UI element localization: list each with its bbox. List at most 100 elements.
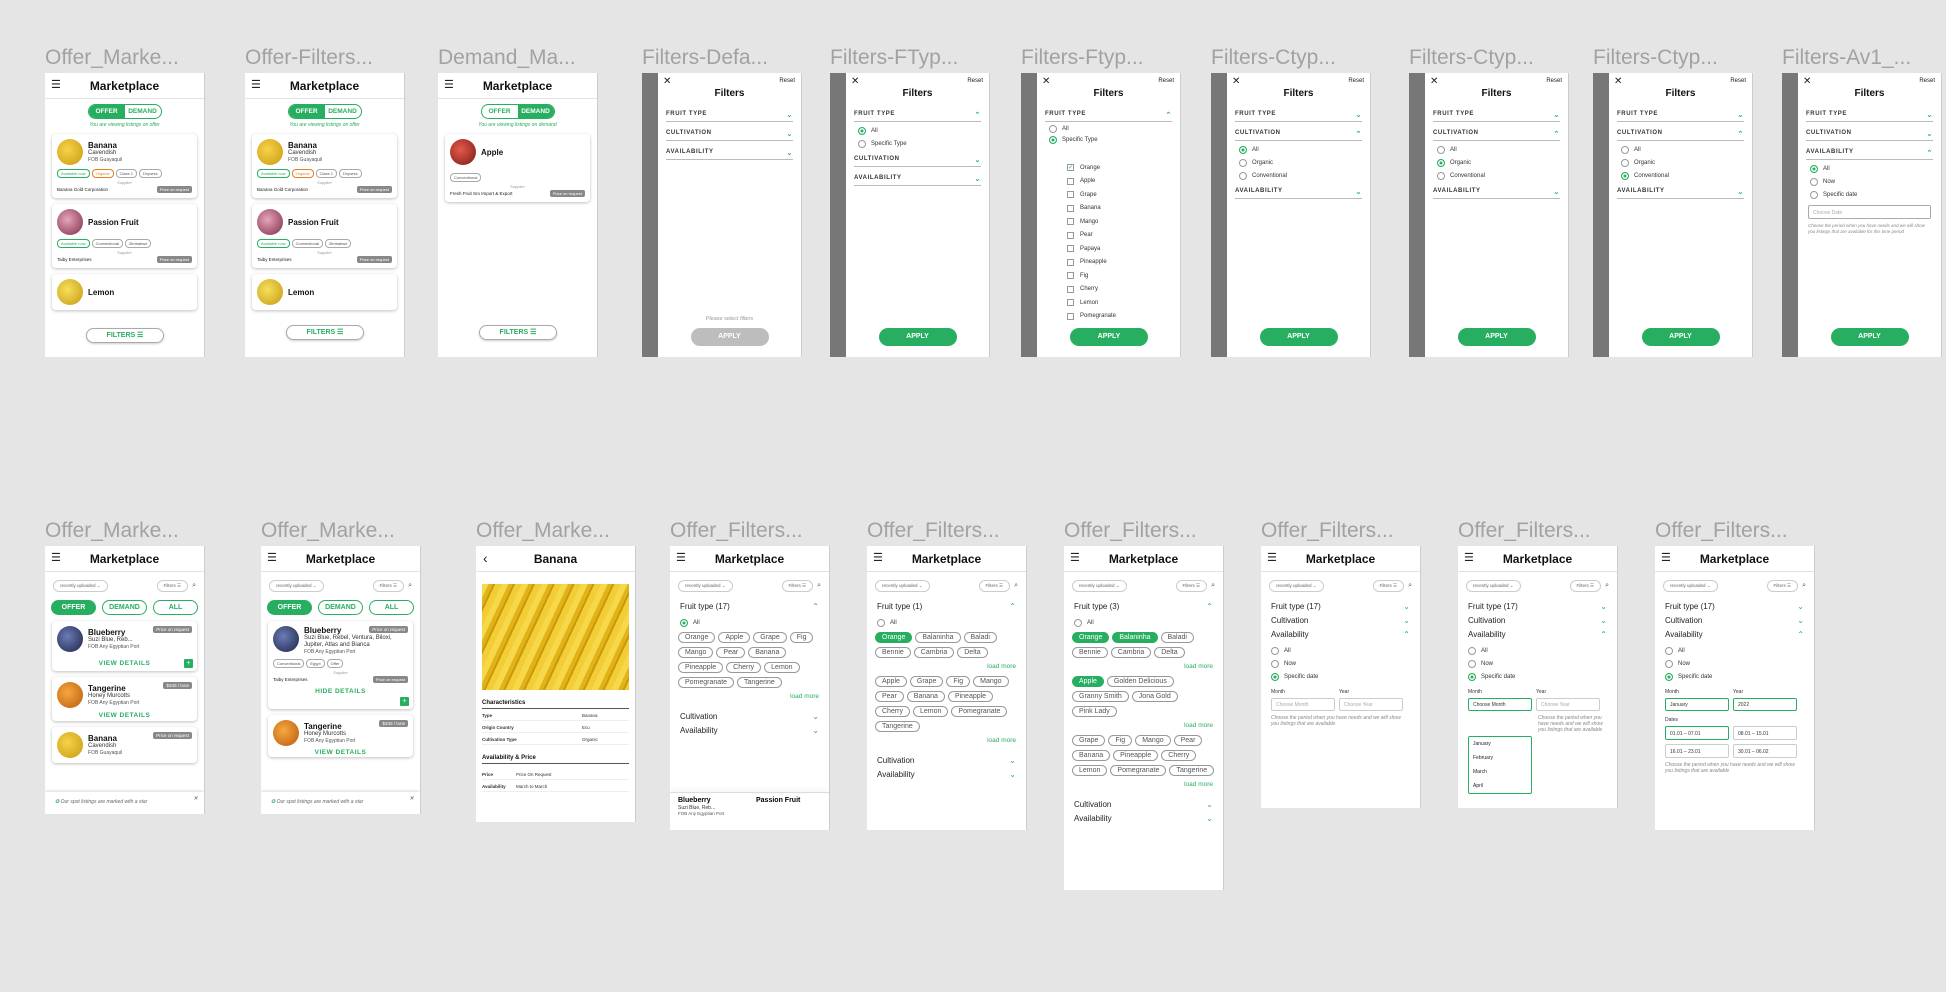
filter-cultivation[interactable]: Cultivation ⌄ <box>1468 616 1607 625</box>
load-more-link[interactable]: load more <box>1074 722 1213 729</box>
filter-fruit-type[interactable]: Fruit type (17) ⌄ <box>1271 602 1410 611</box>
filter-cultivation[interactable]: Cultivation ⌄ <box>1665 616 1804 625</box>
apply-button[interactable]: APPLY <box>1070 328 1148 346</box>
section-availability[interactable]: AVAILABILITY ⌃ <box>1806 149 1933 160</box>
listing-card[interactable]: Passion Fruit Available now Conventional Z… <box>252 204 397 268</box>
tag[interactable]: Fig <box>1108 735 1133 746</box>
view-details-link[interactable]: VIEW DETAILS <box>57 660 192 667</box>
tab-offer[interactable]: OFFER <box>267 600 312 615</box>
tag[interactable]: Tangerine <box>875 721 920 732</box>
filter-fruit-type[interactable]: Fruit type (17) ⌃ <box>680 602 819 611</box>
listing-card[interactable]: Tangerine Honey Murcotts FOB Any Egyptian … <box>268 715 413 757</box>
search-icon[interactable]: ⌕ <box>1408 582 1412 590</box>
section-fruit-type[interactable]: FRUIT TYPE ⌄ <box>1617 111 1744 122</box>
tab-offer[interactable]: OFFER <box>288 105 325 118</box>
tab-all[interactable]: ALL <box>369 600 414 615</box>
checkbox-apple[interactable]: Apple <box>1067 177 1167 187</box>
close-icon[interactable]: ✕ <box>1232 76 1240 87</box>
radio-now[interactable]: Now <box>1810 178 1929 186</box>
date-range-option[interactable]: 01.01 – 07.01 <box>1665 726 1729 740</box>
filter-fruit-type[interactable]: Fruit type (3) ⌃ <box>1074 602 1213 611</box>
overlay[interactable] <box>1409 73 1425 357</box>
close-icon[interactable]: ✕ <box>851 76 859 87</box>
tag[interactable]: Orange <box>875 632 913 643</box>
tab-offer[interactable]: OFFER <box>482 105 518 118</box>
market-toggle[interactable]: OFFER DEMAND ALL <box>267 600 414 615</box>
overlay[interactable] <box>1782 73 1798 357</box>
listing-card[interactable]: Lemon <box>252 274 397 310</box>
filters-button[interactable]: FILTERS ☰ <box>86 328 164 343</box>
radio-organic[interactable]: Organic <box>1239 159 1358 167</box>
sort-select[interactable]: recently uploaded ⌄ <box>1663 580 1718 592</box>
filters-select[interactable]: Filters ☰ <box>1372 580 1405 592</box>
filter-availability[interactable]: Availability ⌃ <box>1468 630 1607 639</box>
section-fruit-type[interactable]: FRUIT TYPE ⌃ <box>854 111 981 122</box>
filter-cultivation[interactable]: Cultivation ⌄ <box>680 712 819 721</box>
tab-demand[interactable]: DEMAND <box>325 105 361 118</box>
filter-cultivation[interactable]: Cultivation ⌄ <box>877 756 1016 765</box>
search-icon[interactable]: ⌕ <box>817 582 821 590</box>
tab-demand[interactable]: DEMAND <box>102 600 147 615</box>
tag[interactable]: Orange <box>1072 632 1110 643</box>
radio-all[interactable]: All <box>1810 165 1929 173</box>
checkbox-grape[interactable]: Grape <box>1067 190 1167 200</box>
listing-card[interactable]: Passion Fruit Available now Conventional Z… <box>52 204 197 268</box>
sort-select[interactable]: recently uploaded ⌄ <box>1072 580 1127 592</box>
tab-demand[interactable]: DEMAND <box>517 105 554 118</box>
section-availability[interactable]: AVAILABILITY ⌄ <box>854 175 981 186</box>
load-more-link[interactable]: load more <box>877 663 1016 670</box>
tag[interactable]: Lemon <box>1072 765 1108 776</box>
checkbox-fig[interactable]: Fig <box>1067 271 1167 281</box>
load-more-link[interactable]: load more <box>877 737 1016 744</box>
year-select[interactable]: Choose Year <box>1536 698 1600 711</box>
year-select[interactable]: 2022 <box>1733 698 1797 711</box>
radio-all[interactable]: All <box>1049 125 1168 133</box>
tag[interactable]: Pear <box>716 647 746 658</box>
plus-icon[interactable]: + <box>400 697 409 706</box>
section-availability[interactable]: AVAILABILITY ⌄ <box>1617 188 1744 199</box>
radio-organic[interactable]: Organic <box>1437 159 1556 167</box>
tag[interactable]: Golden Delicious <box>1106 676 1174 687</box>
radio-all[interactable]: All <box>1665 647 1804 655</box>
reset-link[interactable]: Reset <box>1158 78 1174 84</box>
search-icon[interactable]: ⌕ <box>192 582 196 590</box>
filters-select[interactable]: Filters ☰ <box>781 580 814 592</box>
filter-cultivation[interactable]: Cultivation ⌄ <box>1074 800 1213 809</box>
tag[interactable]: Baladi <box>1160 632 1194 643</box>
month-select[interactable]: Choose Month <box>1468 698 1532 711</box>
month-select[interactable]: Choose Month <box>1271 698 1335 711</box>
checkbox-mango[interactable]: Mango <box>1067 217 1167 227</box>
section-cultivation[interactable]: CULTIVATION ⌄ <box>1806 130 1933 141</box>
tag[interactable]: Pomegranate <box>1110 765 1167 776</box>
view-details-link[interactable]: VIEW DETAILS <box>273 749 408 756</box>
sort-select[interactable]: recently uploaded ⌄ <box>875 580 930 592</box>
tag[interactable]: Granny Smith <box>1072 691 1129 702</box>
offer-demand-toggle[interactable]: OFFER DEMAND <box>87 104 162 119</box>
radio-all[interactable]: All <box>1074 619 1213 627</box>
tag[interactable]: Apple <box>718 632 751 643</box>
section-cultivation[interactable]: CULTIVATION ⌄ <box>666 130 793 141</box>
tag[interactable]: Orange <box>678 632 716 643</box>
close-icon[interactable]: ✕ <box>1430 76 1438 87</box>
section-fruit-type[interactable]: FRUIT TYPE ⌃ <box>1045 111 1172 122</box>
checkbox-pineapple[interactable]: Pineapple <box>1067 258 1167 268</box>
reset-link[interactable]: Reset <box>1546 78 1562 84</box>
radio-conventional[interactable]: Conventional <box>1239 172 1358 180</box>
month-select[interactable]: January <box>1665 698 1729 711</box>
tag[interactable]: Pineapple <box>678 662 724 673</box>
sort-select[interactable]: recently uploaded ⌄ <box>1466 580 1521 592</box>
plus-icon[interactable]: + <box>184 659 193 668</box>
offer-demand-toggle[interactable]: OFFER DEMAND <box>287 104 362 119</box>
tag[interactable]: Cambria <box>1110 647 1152 658</box>
tag[interactable]: Cambria <box>913 647 955 658</box>
tag[interactable]: Grape <box>909 676 944 687</box>
section-availability[interactable]: AVAILABILITY ⌄ <box>1433 188 1560 199</box>
month-option[interactable]: March <box>1469 765 1531 779</box>
checkbox-orange[interactable]: ✓ Orange <box>1067 163 1167 173</box>
tag[interactable]: Mango <box>973 676 1009 687</box>
close-icon[interactable]: ✕ <box>1042 76 1050 87</box>
sort-select[interactable]: recently uploaded ⌄ <box>1269 580 1324 592</box>
radio-now[interactable]: Now <box>1271 660 1410 668</box>
radio-specific-date[interactable]: Specific date <box>1468 673 1607 681</box>
apply-button[interactable]: APPLY <box>878 328 957 346</box>
